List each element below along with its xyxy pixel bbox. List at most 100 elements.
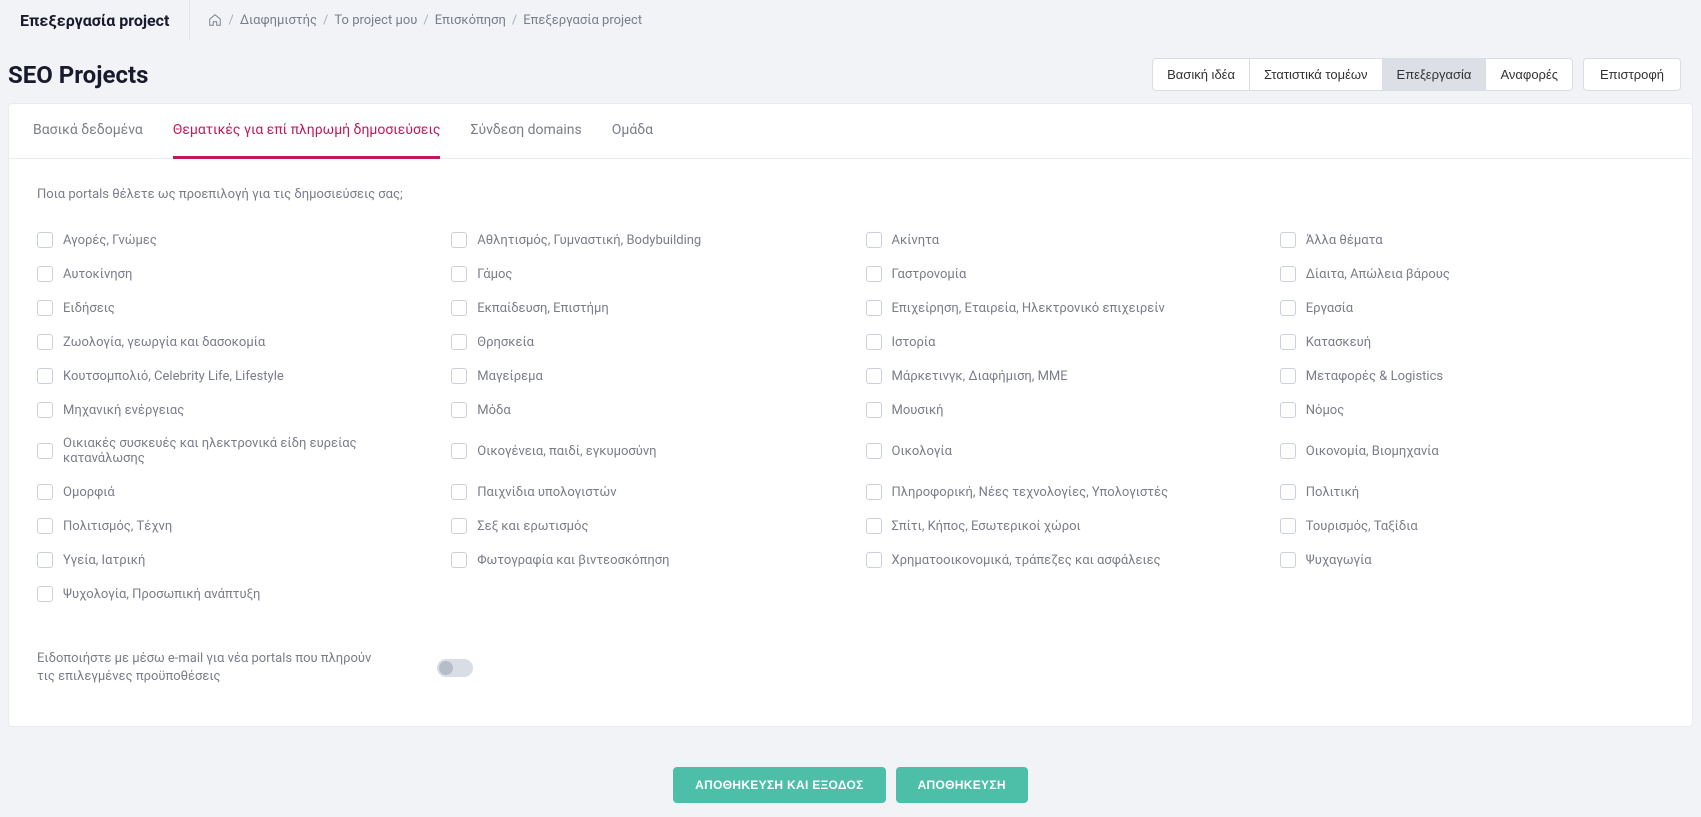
checkbox[interactable]: [866, 443, 882, 459]
return-button[interactable]: Επιστροφή: [1583, 58, 1681, 91]
checkbox-label[interactable]: Μηχανική ενέργειας: [63, 403, 184, 418]
checkbox[interactable]: [1280, 300, 1296, 316]
checkbox[interactable]: [1280, 484, 1296, 500]
checkbox-label[interactable]: Μόδα: [477, 403, 510, 418]
nav-button[interactable]: Στατιστικά τομέων: [1249, 59, 1382, 90]
checkbox[interactable]: [37, 402, 53, 418]
checkbox[interactable]: [37, 368, 53, 384]
checkbox-label[interactable]: Μεταφορές & Logistics: [1306, 369, 1443, 384]
breadcrumb-item[interactable]: Επισκόπηση: [435, 13, 506, 28]
checkbox[interactable]: [866, 402, 882, 418]
nav-button[interactable]: Αναφορές: [1485, 59, 1572, 90]
checkbox[interactable]: [451, 443, 467, 459]
tab[interactable]: Σύνδεση domains: [470, 104, 581, 159]
checkbox-label[interactable]: Πολιτική: [1306, 485, 1359, 500]
checkbox[interactable]: [37, 484, 53, 500]
checkbox-label[interactable]: Ψυχολογία, Προσωπική ανάπτυξη: [63, 587, 260, 602]
checkbox[interactable]: [37, 518, 53, 534]
checkbox-label[interactable]: Φωτογραφία και βιντεοσκόπηση: [477, 553, 669, 568]
checkbox-label[interactable]: Εκπαίδευση, Επιστήμη: [477, 301, 609, 316]
checkbox[interactable]: [451, 552, 467, 568]
checkbox[interactable]: [1280, 232, 1296, 248]
checkbox[interactable]: [1280, 552, 1296, 568]
checkbox-label[interactable]: Ζωολογία, γεωργία και δασοκομία: [63, 335, 265, 350]
checkbox-label[interactable]: Ιστορία: [892, 335, 936, 350]
checkbox-label[interactable]: Οικολογία: [892, 444, 952, 459]
checkbox[interactable]: [866, 484, 882, 500]
save-exit-button[interactable]: ΑΠΟΘΗΚΕΥΣΗ ΚΑΙ ΕΞΟΔΟΣ: [673, 767, 885, 803]
checkbox[interactable]: [1280, 266, 1296, 282]
checkbox-label[interactable]: Σπίτι, Κήπος, Εσωτερικοί χώροι: [892, 519, 1081, 534]
checkbox-label[interactable]: Γαστρονομία: [892, 267, 967, 282]
checkbox-label[interactable]: Αγορές, Γνώμες: [63, 233, 157, 248]
checkbox-label[interactable]: Αθλητισμός, Γυμναστική, Bodybuilding: [477, 233, 701, 248]
notify-toggle[interactable]: [437, 659, 473, 677]
checkbox[interactable]: [1280, 334, 1296, 350]
checkbox[interactable]: [37, 552, 53, 568]
checkbox-label[interactable]: Παιχνίδια υπολογιστών: [477, 485, 616, 500]
checkbox[interactable]: [451, 266, 467, 282]
nav-button[interactable]: Βασική ιδέα: [1153, 59, 1249, 90]
checkbox-label[interactable]: Πληροφορική, Νέες τεχνολογίες, Υπολογιστ…: [892, 485, 1169, 500]
checkbox-label[interactable]: Μάρκετινγκ, Διαφήμιση, ΜΜΕ: [892, 369, 1068, 384]
tab[interactable]: Ομάδα: [612, 104, 653, 159]
checkbox-label[interactable]: Κατασκευή: [1306, 335, 1371, 350]
checkbox-label[interactable]: Εργασία: [1306, 301, 1353, 316]
checkbox-label[interactable]: Θρησκεία: [477, 335, 534, 350]
checkbox[interactable]: [866, 518, 882, 534]
checkbox[interactable]: [37, 232, 53, 248]
checkbox-label[interactable]: Μαγείρεμα: [477, 369, 543, 384]
checkbox[interactable]: [37, 586, 53, 602]
checkbox-label[interactable]: Ακίνητα: [892, 233, 940, 248]
checkbox-label[interactable]: Οικογένεια, παιδί, εγκυμοσύνη: [477, 444, 656, 459]
checkbox[interactable]: [451, 402, 467, 418]
home-icon[interactable]: [208, 13, 222, 27]
checkbox-label[interactable]: Επιχείρηση, Εταιρεία, Ηλεκτρονικό επιχει…: [892, 301, 1165, 316]
checkbox-label[interactable]: Χρηματοοικονομικά, τράπεζες και ασφάλειε…: [892, 553, 1161, 568]
checkbox-label[interactable]: Οικιακές συσκευές και ηλεκτρονικά είδη ε…: [63, 436, 421, 466]
checkbox[interactable]: [1280, 402, 1296, 418]
checkbox-label[interactable]: Υγεία, Ιατρική: [63, 553, 145, 568]
checkbox-label[interactable]: Κουτσομπολιό, Celebrity Life, Lifestyle: [63, 369, 284, 384]
checkbox[interactable]: [866, 300, 882, 316]
checkbox[interactable]: [451, 518, 467, 534]
checkbox[interactable]: [866, 552, 882, 568]
checkbox[interactable]: [37, 266, 53, 282]
checkbox-label[interactable]: Νόμος: [1306, 403, 1344, 418]
checkbox-row: Ψυχαγωγία: [1280, 552, 1664, 568]
checkbox[interactable]: [451, 484, 467, 500]
checkbox-label[interactable]: Μουσική: [892, 403, 944, 418]
checkbox-label[interactable]: Ειδήσεις: [63, 301, 115, 316]
checkbox-label[interactable]: Ψυχαγωγία: [1306, 553, 1372, 568]
checkbox-label[interactable]: Γάμος: [477, 267, 512, 282]
top-bar: Επεξεργασία project /Διαφημιστής/Το proj…: [0, 0, 1701, 40]
save-button[interactable]: ΑΠΟΘΗΚΕΥΣΗ: [896, 767, 1028, 803]
checkbox-label[interactable]: Αυτοκίνηση: [63, 267, 132, 282]
checkbox[interactable]: [866, 266, 882, 282]
checkbox[interactable]: [451, 334, 467, 350]
tab[interactable]: Βασικά δεδομένα: [33, 104, 143, 159]
checkbox[interactable]: [451, 300, 467, 316]
checkbox[interactable]: [1280, 368, 1296, 384]
checkbox[interactable]: [451, 368, 467, 384]
nav-button[interactable]: Επεξεργασία: [1382, 59, 1486, 90]
checkbox-label[interactable]: Άλλα θέματα: [1306, 233, 1383, 248]
checkbox-label[interactable]: Πολιτισμός, Τέχνη: [63, 519, 172, 534]
checkbox[interactable]: [37, 334, 53, 350]
checkbox[interactable]: [37, 443, 53, 459]
checkbox[interactable]: [1280, 518, 1296, 534]
checkbox[interactable]: [37, 300, 53, 316]
tab[interactable]: Θεματικές για επί πληρωμή δημοσιεύσεις: [173, 104, 441, 159]
checkbox[interactable]: [1280, 443, 1296, 459]
checkbox-label[interactable]: Σεξ και ερωτισμός: [477, 519, 588, 534]
checkbox[interactable]: [866, 368, 882, 384]
checkbox-label[interactable]: Δίαιτα, Απώλεια βάρους: [1306, 267, 1450, 282]
checkbox[interactable]: [866, 334, 882, 350]
checkbox-label[interactable]: Οικονομία, Βιομηχανία: [1306, 444, 1439, 459]
breadcrumb-item[interactable]: Διαφημιστής: [240, 13, 317, 28]
checkbox[interactable]: [866, 232, 882, 248]
checkbox[interactable]: [451, 232, 467, 248]
checkbox-label[interactable]: Ομορφιά: [63, 485, 115, 500]
breadcrumb-item[interactable]: Το project μου: [334, 13, 417, 28]
checkbox-label[interactable]: Τουρισμός, Ταξίδια: [1306, 519, 1418, 534]
